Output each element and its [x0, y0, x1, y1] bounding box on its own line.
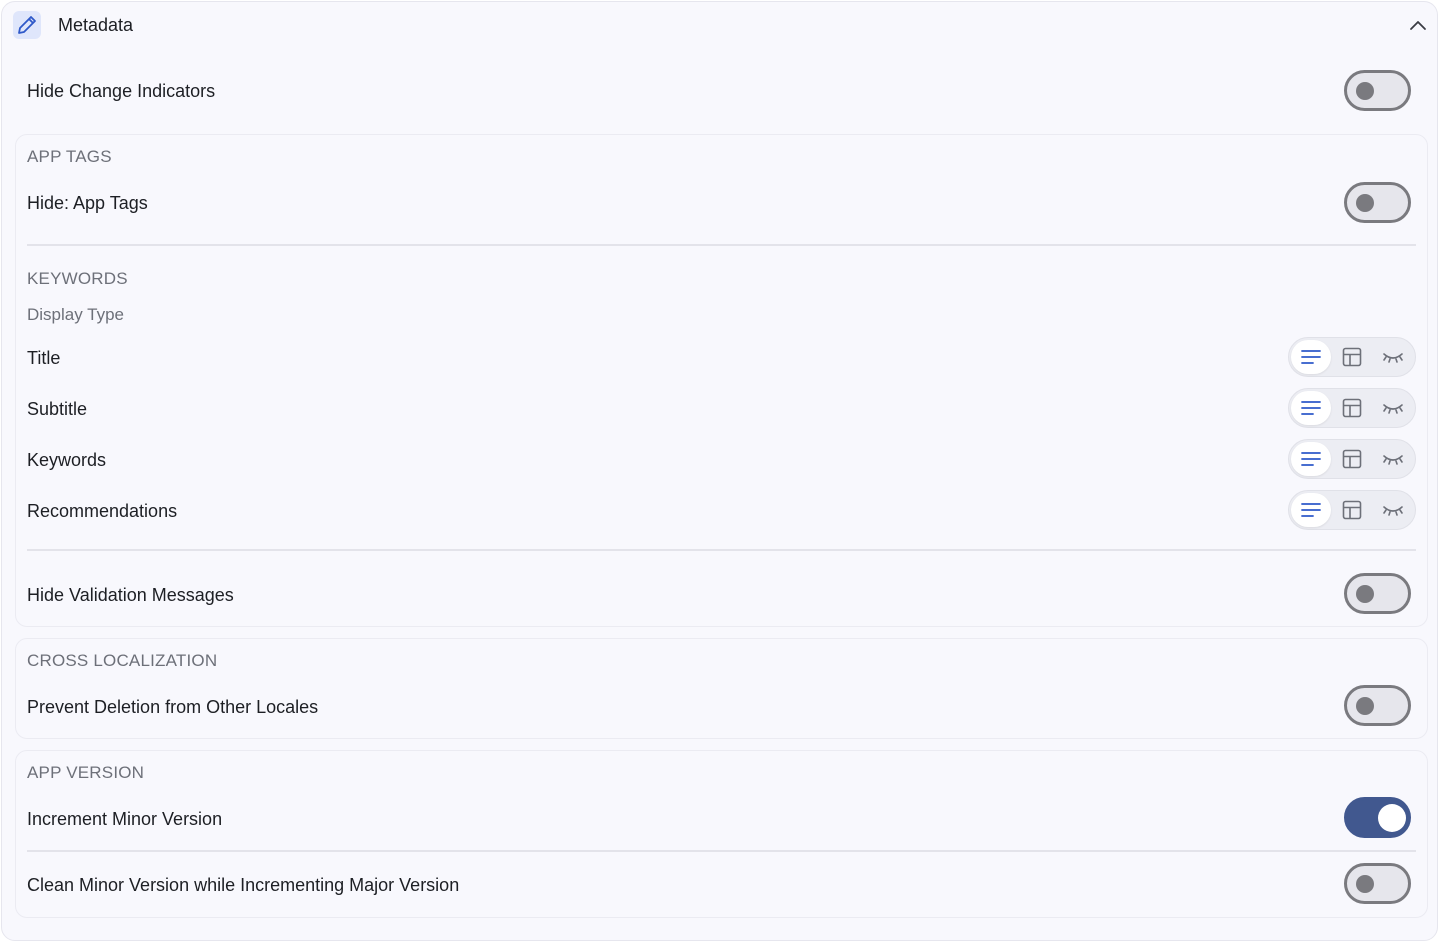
prevent-deletion-toggle[interactable]	[1344, 685, 1411, 726]
grid-icon[interactable]	[1332, 391, 1372, 425]
hide-validation-messages-label: Hide Validation Messages	[27, 585, 234, 605]
display-row-title-label: Title	[27, 348, 61, 368]
eye-closed-icon[interactable]	[1373, 391, 1413, 425]
app-tags-card	[15, 134, 1428, 627]
display-type-selector-subtitle	[1288, 388, 1416, 428]
lines-icon[interactable]	[1291, 391, 1331, 425]
divider	[27, 850, 1416, 852]
grid-icon[interactable]	[1332, 442, 1372, 476]
cross-localization-section-title: CROSS LOCALIZATION	[27, 651, 218, 670]
eye-closed-icon[interactable]	[1373, 340, 1413, 374]
prevent-deletion-label: Prevent Deletion from Other Locales	[27, 697, 319, 717]
panel-title: Metadata	[58, 15, 134, 35]
grid-icon[interactable]	[1332, 493, 1372, 527]
toggle-knob	[1378, 804, 1406, 832]
eye-closed-icon[interactable]	[1373, 493, 1413, 527]
cross-localization-card	[15, 638, 1428, 739]
lines-icon[interactable]	[1291, 442, 1331, 476]
pencil-icon	[13, 11, 41, 39]
hide-change-indicators-label: Hide Change Indicators	[27, 81, 216, 101]
clean-minor-version-label: Clean Minor Version while Incrementing M…	[27, 875, 460, 895]
keywords-section-title: KEYWORDS	[27, 269, 128, 288]
display-row-subtitle-label: Subtitle	[27, 399, 88, 419]
increment-minor-version-toggle[interactable]	[1344, 797, 1411, 838]
display-row-recommendations-label: Recommendations	[27, 501, 178, 521]
toggle-knob	[1356, 194, 1374, 212]
display-type-selector-keywords	[1288, 439, 1416, 479]
divider	[27, 244, 1416, 246]
increment-minor-version-label: Increment Minor Version	[27, 809, 223, 829]
grid-icon[interactable]	[1332, 340, 1372, 374]
display-row-keywords-label: Keywords	[27, 450, 107, 470]
clean-minor-version-toggle[interactable]	[1344, 863, 1411, 904]
panel-header[interactable]: Metadata	[2, 2, 1437, 48]
hide-change-indicators-toggle[interactable]	[1344, 70, 1411, 111]
metadata-panel: Metadata Hide Change Indicators APP TAGS…	[1, 1, 1438, 941]
toggle-knob	[1356, 875, 1374, 893]
display-type-selector-recommendations	[1288, 490, 1416, 530]
chevron-up-icon[interactable]	[1407, 14, 1429, 36]
divider	[27, 549, 1416, 551]
eye-closed-icon[interactable]	[1373, 442, 1413, 476]
display-type-label: Display Type	[27, 305, 125, 324]
toggle-knob	[1356, 82, 1374, 100]
hide-app-tags-label: Hide: App Tags	[27, 193, 148, 213]
hide-validation-messages-toggle[interactable]	[1344, 573, 1411, 614]
hide-app-tags-toggle[interactable]	[1344, 182, 1411, 223]
display-type-selector-title	[1288, 337, 1416, 377]
app-version-section-title: APP VERSION	[27, 763, 145, 782]
lines-icon[interactable]	[1291, 340, 1331, 374]
lines-icon[interactable]	[1291, 493, 1331, 527]
toggle-knob	[1356, 697, 1374, 715]
toggle-knob	[1356, 585, 1374, 603]
app-tags-section-title: APP TAGS	[27, 147, 112, 166]
